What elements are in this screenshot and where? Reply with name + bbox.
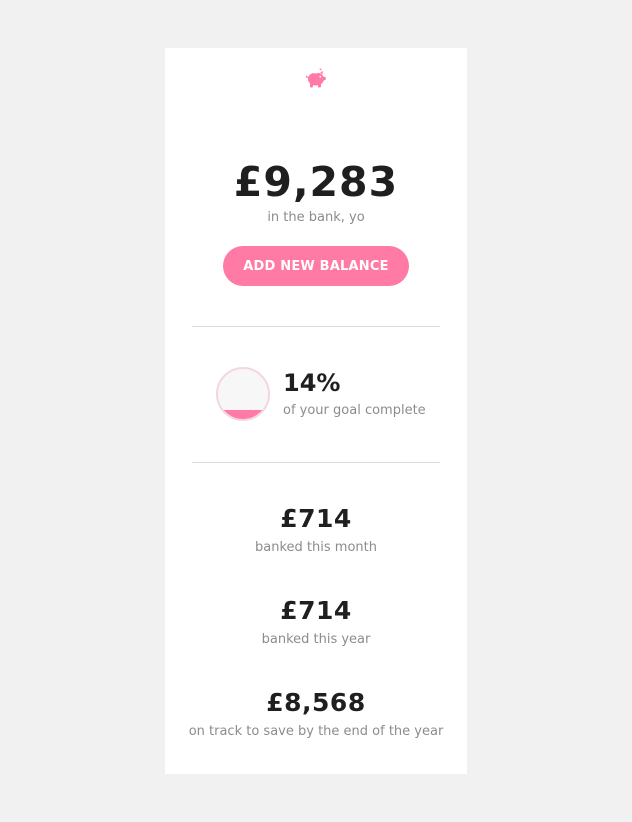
balance-caption: in the bank, yo [267, 210, 365, 225]
balance-amount: £9,283 [233, 158, 399, 206]
goal-progress-circle [216, 367, 270, 421]
add-new-balance-button[interactable]: ADD NEW BALANCE [223, 246, 409, 286]
projected-savings-caption: on track to save by the end of the year [188, 724, 444, 739]
piggy-bank-icon [305, 68, 326, 88]
banked-year-caption: banked this year [261, 632, 371, 647]
goal-percent: 14% [283, 369, 341, 397]
projected-savings-amount: £8,568 [266, 688, 366, 717]
goal-progress-fill [218, 410, 268, 419]
banked-month-amount: £714 [280, 504, 352, 533]
banked-year-amount: £714 [280, 596, 352, 625]
savings-card: £9,283 in the bank, yo ADD NEW BALANCE 1… [165, 48, 467, 774]
goal-caption: of your goal complete [283, 403, 426, 418]
divider [192, 326, 440, 327]
divider [192, 462, 440, 463]
banked-month-caption: banked this month [255, 540, 377, 555]
